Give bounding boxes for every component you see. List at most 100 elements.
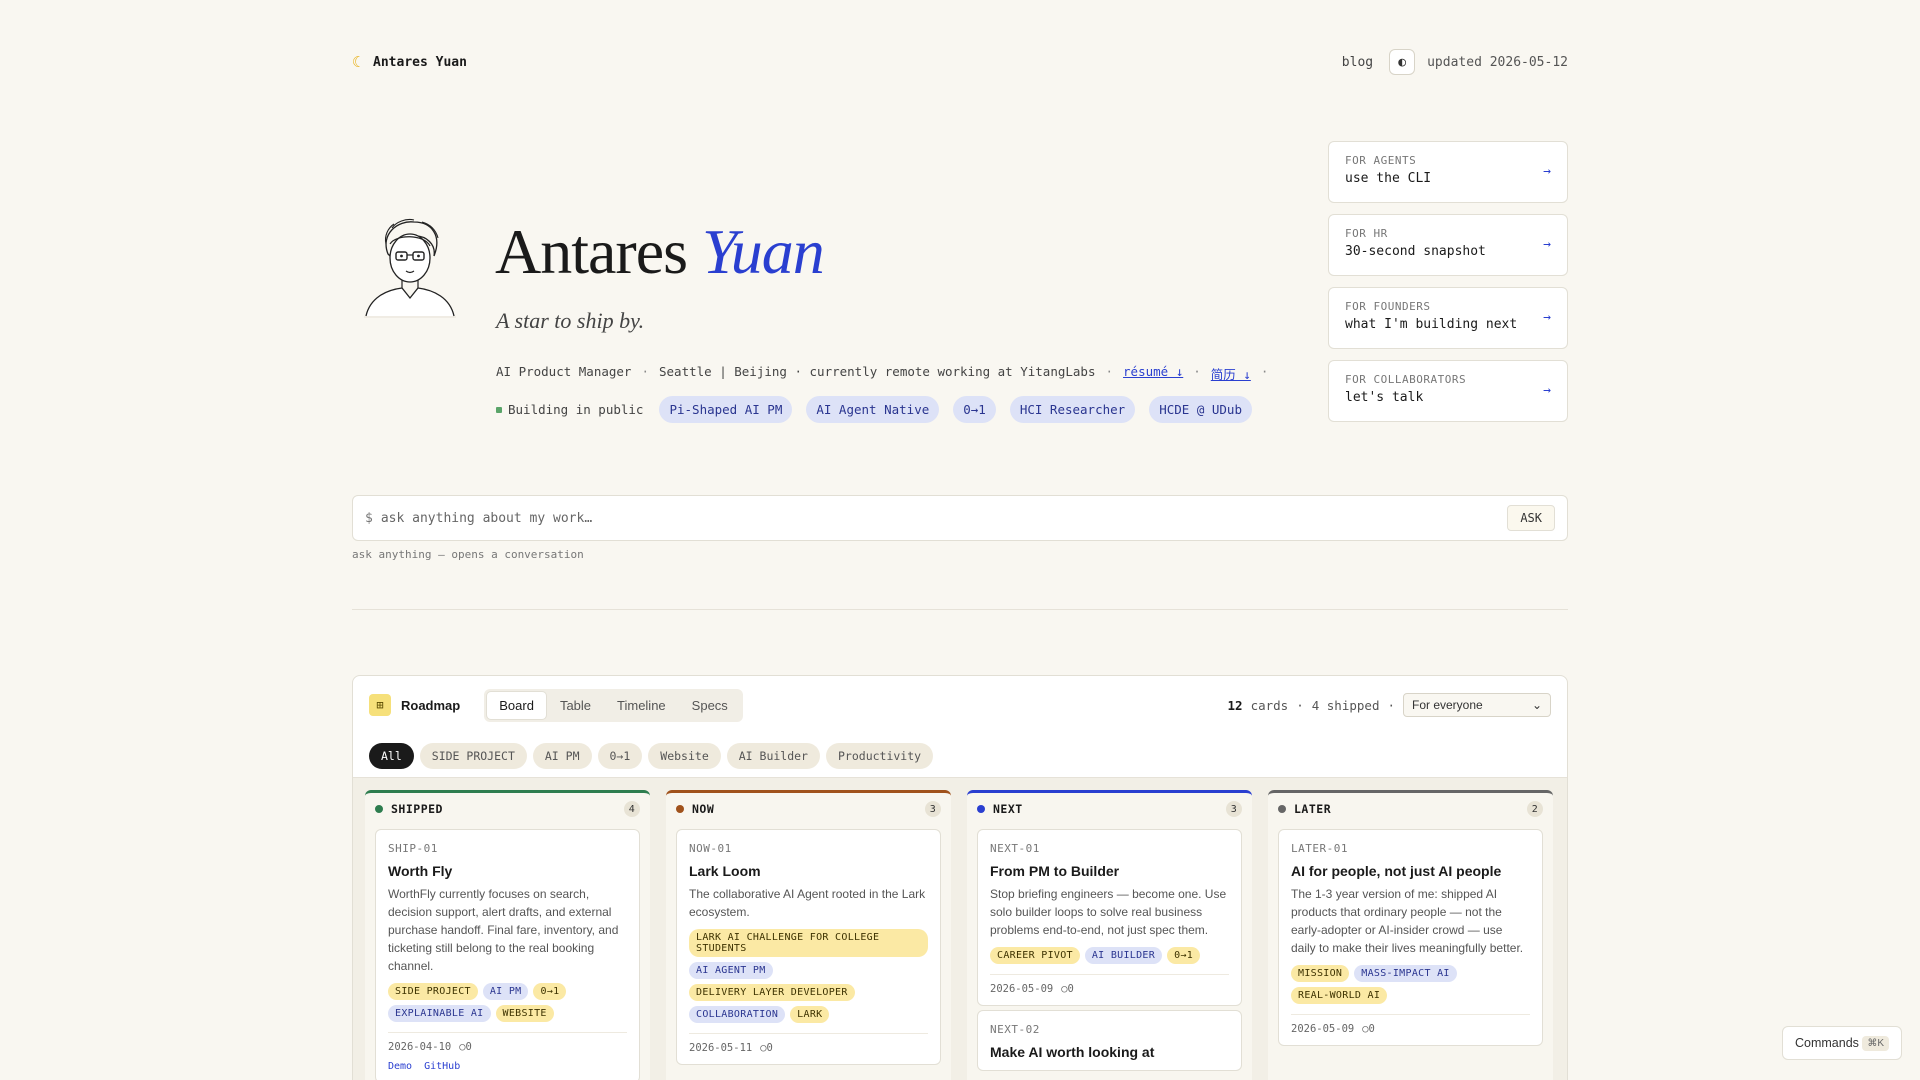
- card-tag: COLLABORATION: [689, 1006, 786, 1023]
- audience-card-agents[interactable]: FOR AGENTS use the CLI →: [1328, 141, 1568, 203]
- roadmap-card[interactable]: SHIP-01 Worth Fly WorthFly currently focus…: [375, 829, 640, 1080]
- status: Building in public: [496, 402, 643, 417]
- separator: ·: [1105, 364, 1114, 379]
- audience-card-hr[interactable]: FOR HR 30-second snapshot →: [1328, 214, 1568, 276]
- resume-cn-link[interactable]: 简历 ↓: [1211, 364, 1251, 383]
- resume-link[interactable]: résumé ↓: [1123, 364, 1183, 383]
- column-dot-icon: [375, 805, 383, 813]
- card-title: Make AI worth looking at: [990, 1044, 1155, 1060]
- updated-date: updated 2026-05-12: [1427, 54, 1568, 70]
- column-title: NEXT: [993, 802, 1023, 816]
- card-footer: 2026-05-09 ○0: [990, 974, 1229, 995]
- crescent-moon-icon: ☾: [352, 53, 362, 71]
- column-dot-icon: [676, 805, 684, 813]
- column-next: NEXT 3 NEXT-01 From PM to Builder Stop brief…: [967, 790, 1252, 1080]
- hero-tags: Building in public Pi-Shaped AI PM AI Ag…: [496, 396, 1252, 423]
- arrow-right-icon: →: [1543, 383, 1551, 398]
- card-tags: CAREER PIVOT AI BUILDER 0→1: [990, 947, 1229, 964]
- hero-tag: 0→1: [953, 396, 996, 423]
- tab-timeline[interactable]: Timeline: [605, 692, 678, 719]
- tab-board[interactable]: Board: [487, 691, 546, 719]
- separator: ·: [1260, 364, 1269, 379]
- audience-card-collaborators[interactable]: FOR COLLABORATORS let's talk →: [1328, 360, 1568, 422]
- filter-productivity[interactable]: Productivity: [826, 742, 934, 769]
- column-shipped: SHIPPED 4 SHIP-01 Worth Fly WorthFly current…: [365, 790, 650, 1080]
- card-count: 12: [1227, 697, 1243, 713]
- card-tag: WEBSITE: [495, 1005, 554, 1022]
- filter-all[interactable]: All: [369, 742, 414, 769]
- roadmap-card[interactable]: NEXT-01 From PM to Builder Stop briefing e…: [977, 829, 1242, 1006]
- audience-value: let's talk: [1345, 390, 1424, 405]
- column-header: LATER 2: [1278, 793, 1543, 825]
- blog-link[interactable]: blog: [1342, 55, 1373, 70]
- audience-value: 30-second snapshot: [1345, 244, 1486, 259]
- column-dot-icon: [977, 805, 985, 813]
- filter-side-project[interactable]: SIDE PROJECT: [419, 742, 527, 769]
- divider: [352, 609, 1568, 610]
- roadmap-card[interactable]: LATER-01 AI for people, not just AI peopl…: [1278, 829, 1543, 1046]
- arrow-right-icon: →: [1543, 237, 1551, 252]
- card-tag: REAL-WORLD AI: [1291, 987, 1388, 1004]
- hero-name: Antares Yuan: [495, 214, 825, 290]
- ask-hint: ask anything — opens a conversation: [352, 548, 584, 561]
- card-tag: CAREER PIVOT: [990, 947, 1080, 964]
- card-id: NOW-01: [689, 842, 732, 855]
- meta-line: AI Product Manager · Seattle | Beijing ·…: [496, 364, 1268, 383]
- roadmap-header: ⊞ Roadmap Board Table Timeline Specs 12 …: [353, 676, 1567, 734]
- tab-specs[interactable]: Specs: [680, 692, 740, 719]
- column-header: SHIPPED 4: [375, 793, 640, 825]
- card-title: From PM to Builder: [990, 863, 1120, 879]
- hero-tag: AI Agent Native: [806, 396, 940, 423]
- column-header: NOW 3: [676, 793, 941, 825]
- status-dot-icon: [496, 406, 502, 413]
- column-count: 3: [1226, 801, 1242, 817]
- card-links: Demo GitHub: [388, 1061, 627, 1072]
- column-title: NOW: [692, 802, 715, 816]
- top-bar: ☾ Antares Yuan blog ◐ updated 2026-05-12: [352, 49, 1568, 75]
- comment-count: ○0: [459, 1041, 472, 1053]
- filter-website[interactable]: Website: [648, 742, 721, 769]
- card-date: 2026-05-09: [1291, 1023, 1355, 1035]
- audience-label: FOR HR: [1345, 227, 1388, 240]
- card-tag: MISSION: [1291, 965, 1350, 982]
- name-last: Yuan: [702, 216, 825, 287]
- ask-bar: $ ASK: [352, 495, 1568, 541]
- commands-button[interactable]: Commands ⌘K: [1782, 1026, 1902, 1060]
- audience-select-value: For everyone: [1412, 698, 1483, 712]
- card-link[interactable]: Demo: [388, 1061, 412, 1072]
- audience-card-founders[interactable]: FOR FOUNDERS what I'm building next →: [1328, 287, 1568, 349]
- roadmap-card[interactable]: NOW-01 Lark Loom The collaborative AI Agen…: [676, 829, 941, 1065]
- kanban-board: SHIPPED 4 SHIP-01 Worth Fly WorthFly current…: [353, 778, 1567, 1080]
- theme-toggle-icon[interactable]: ◐: [1389, 49, 1416, 75]
- arrow-right-icon: →: [1543, 310, 1551, 325]
- grid-icon: ⊞: [369, 694, 391, 716]
- card-footer: 2026-04-10 ○0: [388, 1032, 627, 1053]
- card-footer: 2026-05-11 ○0: [689, 1033, 928, 1054]
- audience-select[interactable]: For everyone ⌄: [1403, 693, 1551, 717]
- card-date: 2026-05-11: [689, 1042, 753, 1054]
- filter-zero-to-one[interactable]: 0→1: [597, 742, 643, 769]
- tab-table[interactable]: Table: [548, 692, 603, 719]
- card-date: 2026-04-10: [388, 1041, 452, 1053]
- roadmap-card[interactable]: NEXT-02 Make AI worth looking at: [977, 1010, 1242, 1071]
- filter-ai-pm[interactable]: AI PM: [532, 742, 592, 769]
- separator: ·: [1193, 364, 1201, 379]
- ask-input[interactable]: [380, 510, 1508, 526]
- separator: ·: [641, 364, 649, 379]
- card-title: Lark Loom: [689, 863, 761, 879]
- card-footer: 2026-05-09 ○0: [1291, 1014, 1530, 1035]
- brand[interactable]: ☾ Antares Yuan: [352, 53, 467, 71]
- card-link[interactable]: GitHub: [424, 1061, 460, 1072]
- ask-button[interactable]: ASK: [1507, 505, 1555, 531]
- audience-value: what I'm building next: [1345, 317, 1518, 332]
- audience-label: FOR COLLABORATORS: [1345, 373, 1467, 386]
- card-id: LATER-01: [1291, 842, 1348, 855]
- filter-ai-builder[interactable]: AI Builder: [726, 742, 820, 769]
- role: AI Product Manager: [496, 364, 632, 379]
- shipped-count: 4 shipped: [1311, 697, 1380, 713]
- column-count: 3: [925, 801, 941, 817]
- commands-label: Commands: [1795, 1036, 1859, 1050]
- column-dot-icon: [1278, 805, 1286, 813]
- hero-tag: HCDE @ UDub: [1149, 396, 1252, 423]
- comment-count: ○0: [1061, 983, 1074, 995]
